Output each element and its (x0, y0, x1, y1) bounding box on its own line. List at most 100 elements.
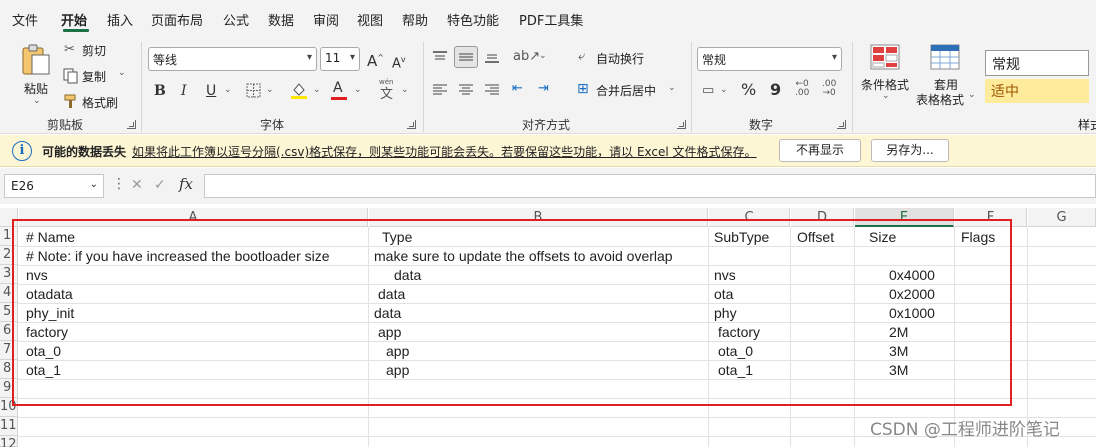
name-box[interactable]: E26 ⌄ (4, 174, 104, 198)
alignment-launcher-icon[interactable] (677, 120, 686, 129)
chevron-down-icon: ⌄ (668, 83, 676, 93)
increase-indent-icon[interactable]: ⇥ (538, 80, 549, 98)
chevron-down-icon: ⌄ (720, 85, 728, 95)
menu-data[interactable]: 数据 (268, 10, 294, 29)
chevron-down-icon: ⌄ (89, 179, 98, 190)
orientation-icon[interactable]: ab↗ (513, 48, 540, 66)
number-group-label: 数字 (749, 118, 774, 132)
align-center-icon[interactable] (458, 83, 474, 97)
paste-label: 粘贴 (24, 82, 49, 96)
info-icon: i (12, 141, 32, 161)
format-painter-button[interactable]: 格式刷 (82, 94, 118, 111)
decrease-decimal-icon[interactable]: .00 →0 (822, 80, 836, 98)
wrap-text-icon: ⤶ (578, 49, 586, 64)
align-right-icon[interactable] (484, 83, 500, 97)
enter-icon[interactable]: ✓ (154, 177, 166, 193)
group-divider (852, 42, 853, 132)
row-header-12[interactable]: 12 (0, 436, 18, 447)
copy-icon (63, 68, 78, 84)
chevron-down-icon: ⌄ (266, 85, 274, 95)
cancel-icon[interactable]: ✕ (131, 177, 143, 193)
menu-view[interactable]: 视图 (357, 10, 383, 29)
number-format-select[interactable]: 常规 ▾ (697, 47, 842, 71)
cut-button[interactable]: 剪切 (82, 42, 106, 59)
menu-home[interactable]: 开始 (61, 10, 87, 29)
more-icon[interactable]: ⋮ (112, 176, 126, 192)
align-left-icon[interactable] (432, 83, 448, 97)
save-as-button[interactable]: 另存为... (871, 139, 949, 162)
paste-button[interactable]: 粘贴 ⌄ (16, 40, 56, 110)
info-bar: i 可能的数据丢失 如果将此工作簿以逗号分隔(.csv)格式保存，则某些功能可能… (0, 135, 1096, 167)
formula-input[interactable] (204, 174, 1096, 198)
decrease-font-size-button[interactable]: Av (392, 51, 406, 73)
font-group-label: 字体 (260, 118, 285, 132)
menu-help[interactable]: 帮助 (402, 10, 428, 29)
chevron-down-icon: ⌄ (539, 51, 547, 61)
scissors-icon: ✂ (64, 42, 75, 57)
gridline (1027, 227, 1028, 447)
clipboard-launcher-icon[interactable] (127, 120, 136, 129)
group-divider (141, 42, 142, 132)
fill-color-icon[interactable] (290, 81, 308, 99)
dont-show-again-button[interactable]: 不再显示 (779, 139, 861, 162)
group-divider (691, 42, 692, 132)
percent-button[interactable]: % (741, 81, 756, 99)
table-format-icon (930, 44, 960, 70)
name-box-value: E26 (11, 179, 34, 193)
info-message-link[interactable]: 如果将此工作簿以逗号分隔(.csv)格式保存，则某些功能可能会丢失。若要保留这些… (132, 143, 757, 160)
paste-icon (22, 44, 50, 75)
menu-formulas[interactable]: 公式 (223, 10, 249, 29)
align-top-icon[interactable] (432, 50, 448, 64)
spreadsheet-grid[interactable]: A B C D E F G 1 2 3 4 5 6 7 8 9 10 11 12… (0, 208, 1096, 447)
font-name-select[interactable]: 等线 ▾ (148, 47, 317, 71)
decrease-indent-icon[interactable]: ⇤ (512, 80, 523, 98)
italic-button[interactable]: I (181, 82, 187, 100)
font-color-button[interactable]: A (333, 79, 343, 97)
font-size-value: 11 (325, 51, 341, 65)
chevron-down-icon: ▾ (349, 52, 355, 63)
menu-pdf-tools[interactable]: PDF工具集 (519, 10, 583, 29)
table-format-button[interactable]: 表格格式 (916, 91, 964, 108)
copy-button[interactable]: 复制 (82, 68, 106, 85)
menu-file[interactable]: 文件 (12, 10, 38, 29)
font-size-select[interactable]: 11 ▾ (320, 47, 360, 71)
menu-bar: 文件 开始 插入 页面布局 公式 数据 审阅 视图 帮助 特色功能 PDF工具集 (0, 0, 1096, 36)
increase-font-size-button[interactable]: A^ (367, 49, 384, 70)
decrease-font-glyph: A (392, 56, 401, 72)
comma-style-button[interactable]: 9 (770, 81, 781, 99)
menu-insert[interactable]: 插入 (107, 10, 133, 29)
phonetic-guide-top: wén (379, 78, 394, 86)
chevron-down-icon: ▾ (831, 52, 837, 63)
conditional-format-icon (870, 44, 900, 70)
highlight-annotation-frame (12, 219, 1012, 406)
wrap-text-button[interactable]: 自动换行 (596, 50, 644, 67)
phonetic-guide-button[interactable]: 文 (380, 86, 393, 104)
chevron-down-icon: ⌄ (118, 68, 126, 78)
menu-review[interactable]: 审阅 (313, 10, 339, 29)
align-middle-icon (459, 53, 473, 61)
chevron-down-icon: ⌄ (224, 85, 232, 95)
font-launcher-icon[interactable] (407, 120, 416, 129)
number-format-value: 常规 (702, 53, 727, 67)
styles-group-label: 样式 (1078, 116, 1096, 132)
menu-featured[interactable]: 特色功能 (447, 10, 499, 29)
currency-icon[interactable]: ▭ (702, 82, 714, 100)
insert-function-button[interactable]: fx (179, 175, 193, 193)
cell-style-normal[interactable]: 常规 (985, 50, 1089, 76)
align-bottom-icon[interactable] (484, 50, 500, 64)
styles-group-label-text: 样式 (1078, 118, 1096, 132)
bold-button[interactable]: B (154, 82, 166, 100)
cell-style-neutral-label: 适中 (991, 84, 1019, 100)
borders-icon[interactable] (246, 83, 261, 98)
row-header-11[interactable]: 11 (0, 417, 18, 436)
underline-button[interactable]: U (206, 82, 216, 100)
merge-center-button[interactable]: 合并后居中 (596, 82, 656, 99)
increase-decimal-icon[interactable]: ←0.00 (795, 80, 809, 98)
column-header-g[interactable]: G (1028, 208, 1096, 227)
number-launcher-icon[interactable] (837, 120, 846, 129)
menu-page-layout[interactable]: 页面布局 (151, 10, 203, 29)
chevron-down-icon: ⌄ (33, 96, 41, 106)
clipboard-group-label: 剪贴板 (47, 118, 84, 132)
cell-style-normal-label: 常规 (992, 57, 1020, 73)
cell-style-neutral[interactable]: 适中 (985, 79, 1089, 103)
